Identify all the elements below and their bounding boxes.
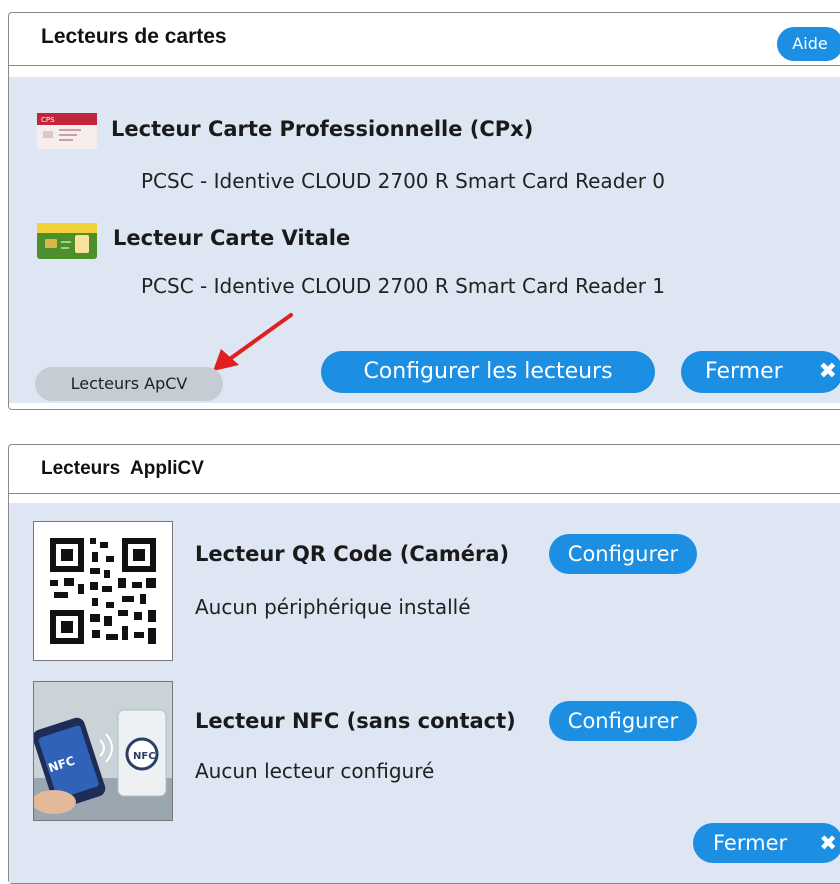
close-button-label: Fermer: [713, 831, 788, 855]
close-icon: ✖: [818, 359, 837, 384]
close-button-label: Fermer: [705, 359, 783, 384]
qr-reader-status: Aucun périphérique installé: [195, 595, 471, 619]
close-button[interactable]: Fermer ✖: [681, 351, 840, 393]
nfc-reader-status: Aucun lecteur configuré: [195, 759, 435, 783]
panel-header: Lecteurs AppliCV: [9, 445, 840, 494]
configure-qr-button[interactable]: Configurer: [549, 534, 697, 574]
apcv-readers-button[interactable]: Lecteurs ApCV: [35, 367, 223, 401]
nfc-phone-icon: NFC NFC: [34, 682, 172, 820]
panel-header: Lecteurs de cartes Aide: [9, 13, 840, 66]
configure-nfc-button[interactable]: Configurer: [549, 701, 697, 741]
svg-text:NFC: NFC: [133, 751, 156, 762]
vitale-reader-device: PCSC - Identive CLOUD 2700 R Smart Card …: [141, 274, 665, 298]
panel-title: Lecteurs de cartes: [41, 25, 227, 48]
qr-code-icon: [50, 538, 156, 644]
cps-card-icon: CPS: [37, 113, 97, 149]
qr-code-thumbnail: [33, 521, 173, 661]
cpx-reader-device: PCSC - Identive CLOUD 2700 R Smart Card …: [141, 169, 665, 193]
close-icon: ✖: [819, 831, 837, 855]
applicv-readers-panel: Lecteurs AppliCV Lecteur QR Code (Caméra: [8, 444, 840, 884]
help-button[interactable]: Aide: [777, 27, 840, 61]
configure-readers-button[interactable]: Configurer les lecteurs: [321, 351, 655, 393]
vitale-card-icon: [37, 223, 97, 259]
panel-title: Lecteurs AppliCV: [41, 458, 204, 479]
close-button[interactable]: Fermer ✖: [693, 823, 840, 863]
svg-text:CPS: CPS: [41, 116, 55, 124]
nfc-thumbnail: NFC NFC: [33, 681, 173, 821]
vitale-reader-title: Lecteur Carte Vitale: [113, 226, 351, 250]
cpx-reader-title: Lecteur Carte Professionnelle (CPx): [111, 117, 534, 141]
qr-reader-title: Lecteur QR Code (Caméra): [195, 542, 510, 566]
nfc-reader-title: Lecteur NFC (sans contact): [195, 709, 516, 733]
card-readers-panel: Lecteurs de cartes Aide CPS Lecteur Cart…: [8, 12, 840, 410]
